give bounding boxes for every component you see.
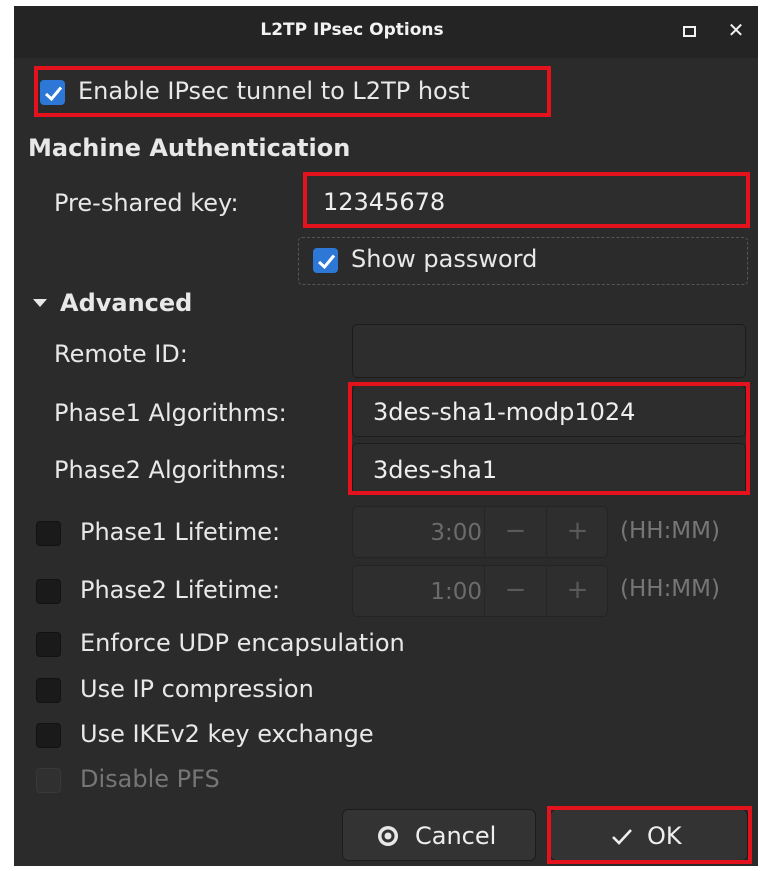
show-password-label[interactable]: Show password: [351, 245, 537, 273]
advanced-heading[interactable]: Advanced: [60, 289, 192, 317]
checkmark-icon: [317, 254, 336, 270]
udp-encap-checkbox[interactable]: [36, 632, 61, 657]
window-title: L2TP IPsec Options: [260, 20, 444, 40]
phase2-lifetime-spinner: 1:00 − +: [352, 565, 608, 617]
phase1-lifetime-unit: (HH:MM): [620, 518, 720, 544]
cancel-button[interactable]: Cancel: [342, 809, 536, 861]
ikev2-checkbox[interactable]: [36, 723, 61, 748]
phase2-lifetime-label[interactable]: Phase2 Lifetime:: [80, 576, 280, 604]
expander-down-icon[interactable]: [32, 298, 48, 308]
close-button[interactable]: ✕: [725, 18, 747, 42]
phase1-increment-button[interactable]: +: [546, 507, 608, 557]
phase1-decrement-button[interactable]: −: [484, 507, 546, 557]
phase2-lifetime-unit: (HH:MM): [620, 576, 720, 602]
highlight-ok: [547, 806, 752, 864]
phase2-lifetime-checkbox[interactable]: [36, 579, 61, 604]
highlight-enable-ipsec: [34, 66, 551, 117]
phase2-lifetime-value: 1:00: [430, 579, 482, 605]
cancel-label: Cancel: [415, 822, 497, 850]
disable-pfs-checkbox: [36, 768, 61, 793]
ip-compression-label[interactable]: Use IP compression: [80, 675, 314, 703]
phase1-lifetime-spinner: 3:00 − +: [352, 506, 608, 558]
psk-label: Pre-shared key:: [54, 189, 239, 217]
udp-encap-label[interactable]: Enforce UDP encapsulation: [80, 629, 405, 657]
phase1-lifetime-value: 3:00: [430, 520, 482, 546]
highlight-algorithms: [348, 382, 750, 495]
title-bar: L2TP IPsec Options ✕: [14, 6, 758, 58]
phase1-lifetime-checkbox[interactable]: [36, 521, 61, 546]
ip-compression-checkbox[interactable]: [36, 678, 61, 703]
machine-auth-heading: Machine Authentication: [28, 134, 351, 162]
highlight-psk: [303, 172, 750, 228]
phase2-increment-button[interactable]: +: [546, 566, 608, 616]
remote-id-label: Remote ID:: [54, 340, 188, 368]
disable-pfs-label: Disable PFS: [80, 765, 220, 793]
cancel-icon: [378, 826, 398, 846]
ikev2-label[interactable]: Use IKEv2 key exchange: [80, 720, 374, 748]
phase2-alg-label: Phase2 Algorithms:: [54, 456, 287, 484]
maximize-button[interactable]: [683, 26, 696, 37]
remote-id-input[interactable]: [352, 324, 746, 378]
phase2-decrement-button[interactable]: −: [484, 566, 546, 616]
show-password-checkbox[interactable]: [313, 248, 338, 273]
show-password-toggle[interactable]: Show password: [298, 237, 748, 285]
l2tp-ipsec-dialog: L2TP IPsec Options ✕ Enable IPsec tunnel…: [14, 6, 758, 866]
phase1-alg-label: Phase1 Algorithms:: [54, 399, 287, 427]
phase1-lifetime-label[interactable]: Phase1 Lifetime:: [80, 518, 280, 546]
